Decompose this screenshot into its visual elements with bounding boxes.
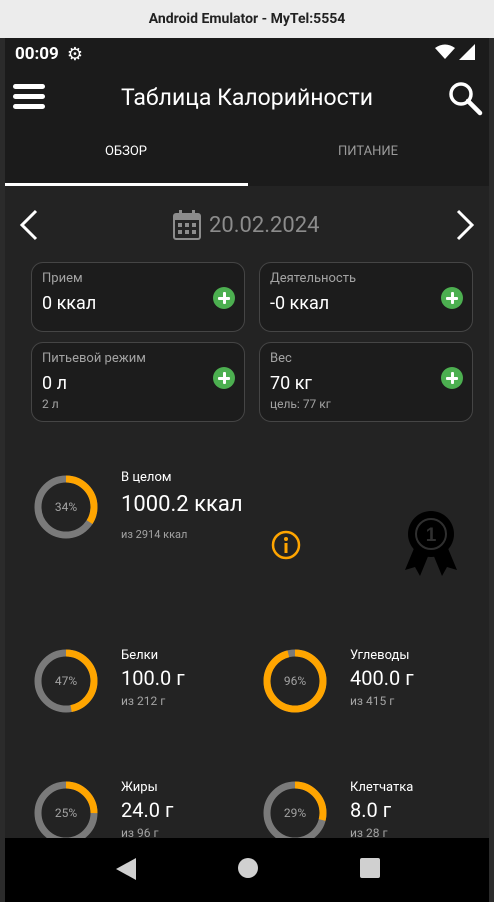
overview-content: 20.02.2024 Прием 0 ккал Деятельность -0 … (5, 186, 489, 845)
activity-value: -0 ккал (270, 293, 330, 314)
carbs-percent: 96% (283, 674, 307, 688)
emulator-window-title: Android Emulator - MyTel:5554 (0, 0, 494, 38)
add-intake-plus-icon[interactable] (213, 287, 235, 309)
app-title: Таблица Калорийности (120, 84, 374, 111)
water-label: Питьевой режим (42, 351, 146, 366)
phone-screen: 00:09 ⚙ Таблица Калорийности ОБЗОР ПИТАН… (5, 38, 489, 902)
water-value: 0 л (42, 373, 67, 394)
fiber-percent: 29% (283, 806, 307, 820)
protein-value: 100.0 г (121, 666, 185, 690)
carbs-goal: из 415 г (350, 694, 395, 708)
date-navigator: 20.02.2024 (5, 200, 489, 246)
intake-label: Прием (42, 271, 83, 286)
current-date: 20.02.2024 (209, 212, 320, 238)
chevron-left-icon[interactable] (15, 208, 45, 242)
fiber-value: 8.0 г (350, 798, 392, 822)
intake-card[interactable]: Прием 0 ккал (31, 262, 245, 332)
water-goal: 2 л (42, 397, 59, 411)
status-bar: 00:09 ⚙ (5, 38, 489, 70)
date-picker[interactable]: 20.02.2024 (173, 210, 320, 240)
system-navigation-bar (5, 838, 489, 902)
tab-nutrition[interactable]: ПИТАНИЕ (247, 144, 489, 159)
back-triangle-icon[interactable] (116, 858, 136, 880)
wifi-icon (435, 44, 455, 59)
protein-percent: 47% (54, 674, 78, 688)
add-water-plus-icon[interactable] (213, 367, 235, 389)
medal-icon: 1 (405, 511, 457, 576)
svg-text:1: 1 (426, 525, 437, 546)
total-label: В целом (121, 470, 172, 485)
add-activity-plus-icon[interactable] (441, 287, 463, 309)
total-goal: из 2914 ккал (121, 528, 188, 541)
weight-goal: цель: 77 кг (270, 397, 331, 411)
carbs-value: 400.0 г (350, 666, 414, 690)
activity-label: Деятельность (270, 271, 357, 286)
app-bar: Таблица Калорийности (5, 70, 489, 126)
tab-overview[interactable]: ОБЗОР (5, 144, 247, 159)
weight-card[interactable]: Вес 70 кг цель: 77 кг (259, 342, 473, 422)
weight-label: Вес (270, 351, 292, 366)
intake-value: 0 ккал (42, 293, 97, 314)
weight-value: 70 кг (270, 373, 312, 394)
protein-goal: из 212 г (121, 694, 166, 708)
status-time: 00:09 (15, 44, 59, 64)
total-percent: 34% (54, 500, 78, 514)
search-icon[interactable] (447, 80, 483, 116)
signal-icon (459, 44, 475, 60)
tab-bar: ОБЗОР ПИТАНИЕ (5, 126, 489, 187)
info-icon[interactable] (271, 530, 301, 560)
home-circle-icon[interactable] (238, 858, 258, 878)
protein-label: Белки (121, 648, 159, 663)
status-icons (435, 44, 475, 60)
recents-square-icon[interactable] (360, 858, 380, 878)
add-weight-plus-icon[interactable] (441, 367, 463, 389)
fat-percent: 25% (54, 806, 78, 820)
calendar-icon (173, 210, 201, 240)
fat-label: Жиры (121, 780, 158, 795)
total-value: 1000.2 ккал (121, 492, 243, 517)
water-card[interactable]: Питьевой режим 0 л 2 л (31, 342, 245, 422)
fat-value: 24.0 г (121, 798, 174, 822)
settings-gear-icon: ⚙ (66, 43, 83, 65)
activity-card[interactable]: Деятельность -0 ккал (259, 262, 473, 332)
chevron-right-icon[interactable] (449, 208, 479, 242)
fiber-label: Клетчатка (350, 780, 414, 795)
carbs-label: Углеводы (350, 648, 410, 663)
